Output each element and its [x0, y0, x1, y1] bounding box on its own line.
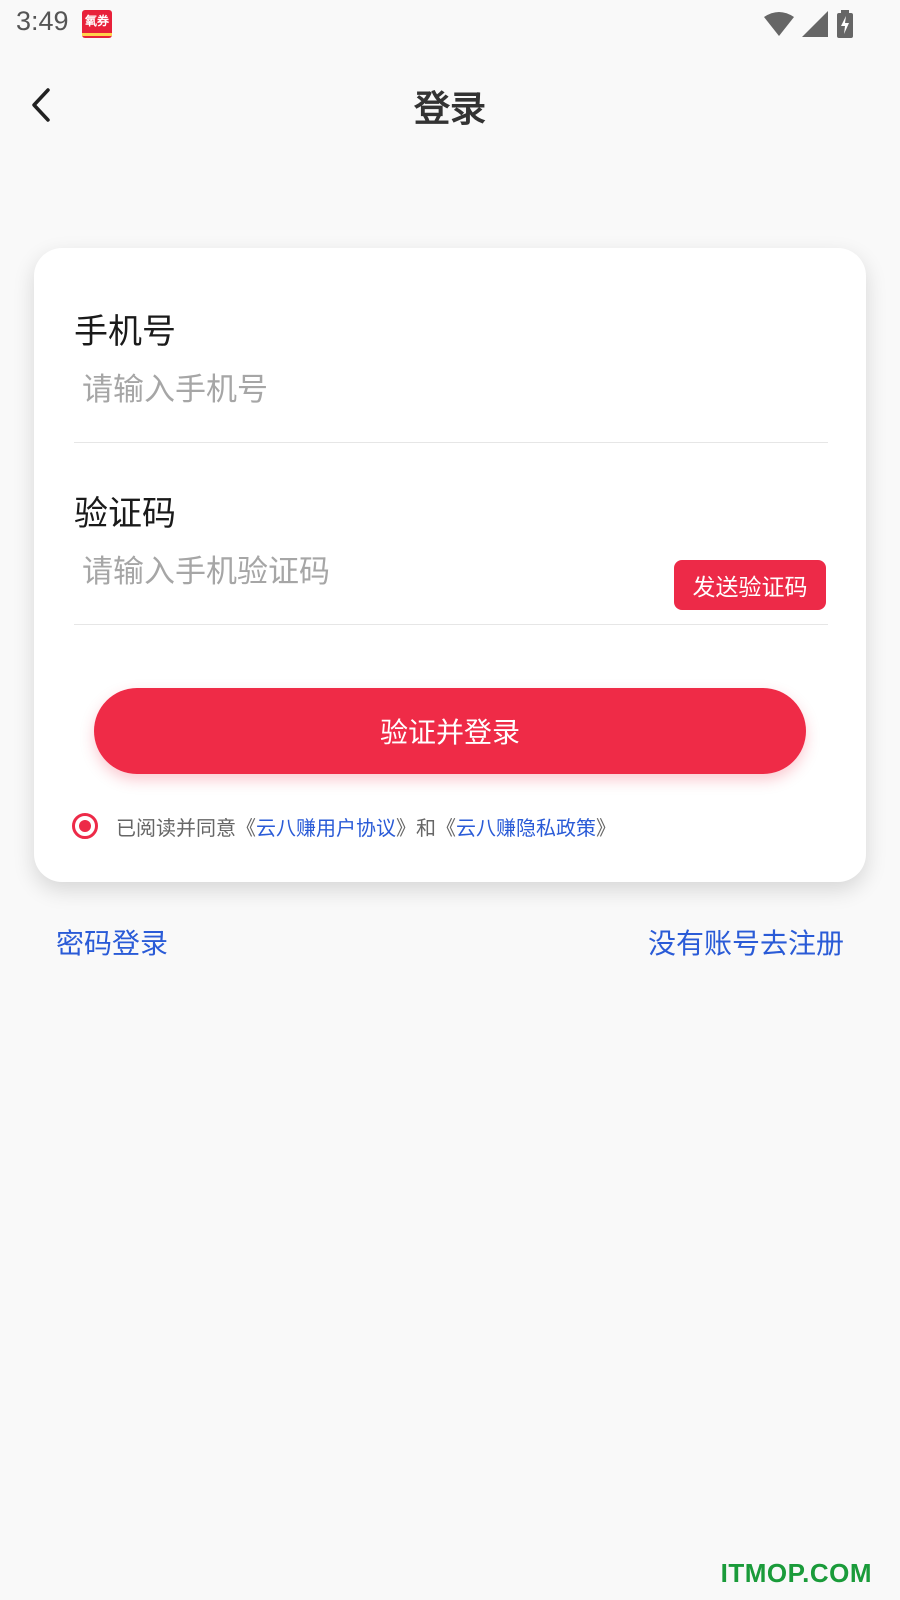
phone-divider	[74, 442, 828, 443]
send-code-button[interactable]: 发送验证码	[674, 560, 826, 610]
code-label: 验证码	[74, 494, 176, 534]
status-bar: 3:49 氧券	[0, 0, 900, 48]
header: 登录	[0, 60, 900, 150]
verify-login-button[interactable]: 验证并登录	[94, 688, 806, 774]
login-card: 手机号 验证码 发送验证码 验证并登录 已阅读并同意《 云八赚用户协议 》和《 …	[34, 248, 866, 882]
verification-code-input[interactable]	[82, 548, 622, 596]
register-link[interactable]: 没有账号去注册	[648, 922, 844, 962]
app-badge-text: 氧券	[84, 14, 109, 28]
battery-charging-icon	[837, 10, 853, 38]
privacy-policy-link[interactable]: 云八赚隐私政策	[456, 812, 596, 841]
watermark: ITMOP.COM	[720, 1558, 872, 1588]
agreement-suffix: 》	[596, 815, 616, 840]
password-login-link[interactable]: 密码登录	[56, 922, 168, 962]
app-notification-icon: 氧券	[82, 10, 112, 38]
phone-label: 手机号	[74, 312, 176, 352]
wifi-icon	[764, 12, 794, 36]
agreement-radio[interactable]	[72, 813, 98, 839]
code-divider	[74, 624, 828, 625]
agreement-middle: 》和《	[396, 815, 456, 840]
page-title: 登录	[413, 89, 486, 130]
status-icons	[764, 10, 854, 38]
signal-icon	[802, 11, 828, 37]
agreement-row: 已阅读并同意《 云八赚用户协议 》和《 云八赚隐私政策 》	[72, 810, 616, 842]
phone-input[interactable]	[82, 366, 642, 414]
status-time: 3:49	[16, 6, 69, 36]
agreement-prefix: 已阅读并同意《	[116, 815, 256, 840]
user-agreement-link[interactable]: 云八赚用户协议	[256, 812, 396, 841]
